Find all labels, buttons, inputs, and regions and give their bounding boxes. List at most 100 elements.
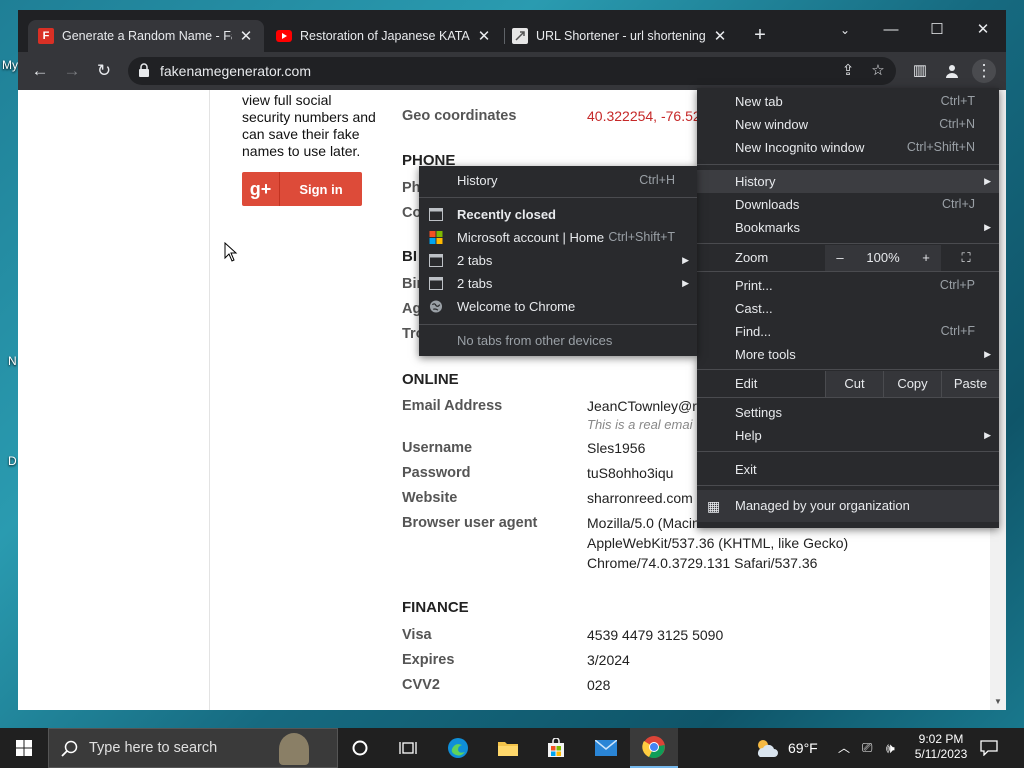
mouse-cursor-icon — [224, 242, 238, 262]
user-agent-line-3: Chrome/74.0.3729.131 Safari/537.36 — [587, 555, 818, 571]
menu-separator — [697, 369, 999, 370]
menu-item-incognito[interactable]: New Incognito window Ctrl+Shift+N — [697, 136, 999, 159]
copy-button[interactable]: Copy — [883, 371, 941, 397]
fullscreen-icon[interactable]: ⛶ — [955, 245, 977, 271]
menu-separator — [419, 197, 697, 198]
address-bar[interactable]: fakenamegenerator.com ⇪ ☆ — [128, 57, 896, 85]
menu-item-more-tools[interactable]: More tools ▶ — [697, 343, 999, 366]
edge-icon[interactable] — [434, 728, 482, 768]
submenu-arrow-icon: ▶ — [984, 176, 991, 186]
clock[interactable]: 9:02 PM 5/11/2023 — [910, 728, 972, 768]
search-highlight-image — [279, 733, 309, 765]
bookmark-star-icon[interactable]: ☆ — [866, 59, 890, 83]
menu-item-cast[interactable]: Cast... — [697, 297, 999, 320]
history-item-welcome-to-chrome[interactable]: Welcome to Chrome — [419, 295, 697, 318]
website-value[interactable]: sharronreed.com — [587, 490, 693, 506]
close-window-icon[interactable]: ✕ — [960, 16, 1006, 44]
menu-row-zoom: Zoom – 100% + ⛶ — [697, 245, 999, 271]
close-tab-icon[interactable]: ✕ — [238, 27, 254, 45]
windows-taskbar: Type here to search 69°F ︿ ⎚ 🕪 9:02 PM 5… — [0, 728, 1024, 768]
user-agent-label: Browser user agent — [402, 515, 538, 531]
tab-search-chevron-icon[interactable]: ⌄ — [822, 16, 868, 44]
user-agent-line-2: AppleWebKit/537.36 (KHTML, like Gecko) — [587, 535, 849, 551]
profile-avatar-icon[interactable] — [940, 59, 964, 83]
google-plus-sign-in-button[interactable]: g+ Sign in — [242, 172, 362, 206]
left-panel — [18, 90, 210, 710]
menu-item-help[interactable]: Help ▶ — [697, 424, 999, 447]
taskbar-search-box[interactable]: Type here to search — [48, 728, 338, 768]
show-hidden-icons-chevron-icon[interactable]: ︿ — [838, 728, 850, 768]
menu-item-exit[interactable]: Exit — [697, 458, 999, 481]
history-item-2-tabs[interactable]: 2 tabs ▶ — [419, 249, 697, 272]
zoom-out-button[interactable]: – — [825, 245, 855, 271]
cvv-value: 028 — [587, 677, 611, 693]
new-tab-plus-icon[interactable]: + — [748, 24, 772, 47]
menu-separator — [697, 271, 999, 272]
forward-arrow-icon[interactable]: → — [60, 59, 84, 83]
search-placeholder: Type here to search — [89, 740, 218, 756]
zoom-in-button[interactable]: + — [911, 245, 941, 271]
search-icon — [61, 740, 78, 757]
maximize-icon[interactable]: ☐ — [914, 16, 960, 44]
url-text: fakenamegenerator.com — [160, 63, 311, 79]
menu-separator — [697, 164, 999, 165]
chrome-taskbar-icon[interactable] — [630, 728, 678, 768]
website-label: Website — [402, 490, 458, 506]
menu-item-downloads[interactable]: Downloads Ctrl+J — [697, 193, 999, 216]
menu-item-bookmarks[interactable]: Bookmarks ▶ — [697, 216, 999, 239]
volume-icon[interactable]: 🕪 — [886, 728, 895, 768]
cut-button[interactable]: Cut — [825, 371, 883, 397]
menu-item-history-full[interactable]: History Ctrl+H — [419, 169, 697, 192]
notifications-icon[interactable] — [980, 728, 1004, 768]
task-view-icon[interactable] — [384, 728, 432, 768]
menu-item-managed[interactable]: ▦ Managed by your organization — [697, 490, 999, 522]
google-plus-icon: g+ — [242, 172, 280, 206]
username-label: Username — [402, 440, 473, 456]
weather-temperature[interactable]: 69°F — [788, 728, 818, 768]
microsoft-store-icon[interactable] — [532, 728, 580, 768]
menu-item-find[interactable]: Find... Ctrl+F — [697, 320, 999, 343]
tab-url-shortener[interactable]: URL Shortener - url shortening s ✕ — [502, 20, 738, 52]
submenu-arrow-icon: ▶ — [984, 222, 991, 232]
share-icon[interactable]: ⇪ — [836, 59, 860, 83]
email-value: JeanCTownley@rh — [587, 398, 705, 414]
sign-in-label: Sign in — [299, 181, 343, 197]
history-submenu: History Ctrl+H Recently closed Microsoft … — [419, 166, 697, 356]
minimize-icon[interactable]: — — [868, 16, 914, 44]
paste-button[interactable]: Paste — [941, 371, 999, 397]
geo-value: 40.322254, -76.52 — [587, 108, 701, 124]
mail-icon[interactable] — [582, 728, 630, 768]
tab-title: URL Shortener - url shortening s — [536, 29, 707, 43]
menu-item-settings[interactable]: Settings — [697, 401, 999, 424]
menu-item-history[interactable]: History ▶ — [697, 170, 999, 193]
weather-icon[interactable] — [754, 728, 784, 768]
windows-start-icon[interactable] — [0, 728, 48, 768]
desktop-icon-label[interactable]: D — [8, 454, 17, 468]
username-value: Sles1956 — [587, 440, 646, 456]
kebab-menu-icon[interactable]: ⋮ — [972, 59, 996, 83]
cortana-icon[interactable] — [336, 728, 384, 768]
file-explorer-icon[interactable] — [484, 728, 532, 768]
close-tab-icon[interactable]: ✕ — [712, 27, 728, 45]
desktop-icon-label[interactable]: My — [2, 58, 18, 72]
menu-item-new-window[interactable]: New window Ctrl+N — [697, 113, 999, 136]
zoom-level: 100% — [866, 250, 900, 265]
visa-value: 4539 4479 3125 5090 — [587, 627, 724, 643]
history-item-microsoft-account[interactable]: Microsoft account | Home Ctrl+Shift+T — [419, 226, 697, 249]
youtube-icon — [276, 28, 292, 44]
side-panel-icon[interactable]: ▥ — [908, 59, 932, 83]
link-icon — [512, 28, 528, 44]
history-item-2-tabs[interactable]: 2 tabs ▶ — [419, 272, 697, 295]
network-icon[interactable]: ⎚ — [862, 728, 872, 768]
scroll-down-icon[interactable]: ▼ — [994, 697, 1002, 706]
desktop-icon-label[interactable]: N — [8, 354, 17, 368]
menu-item-print[interactable]: Print... Ctrl+P — [697, 274, 999, 297]
menu-item-new-tab[interactable]: New tab Ctrl+T — [697, 90, 999, 113]
close-tab-icon[interactable]: ✕ — [476, 27, 492, 45]
back-arrow-icon[interactable]: ← — [28, 59, 52, 83]
email-hint: This is a real emai — [587, 417, 693, 432]
birthday-heading: BI — [402, 248, 417, 265]
reload-icon[interactable]: ↻ — [92, 59, 116, 83]
tab-youtube-katana[interactable]: Restoration of Japanese KATANA ✕ — [266, 20, 502, 52]
tab-fakenamegenerator[interactable]: F Generate a Random Name - Fake ✕ — [28, 20, 264, 52]
